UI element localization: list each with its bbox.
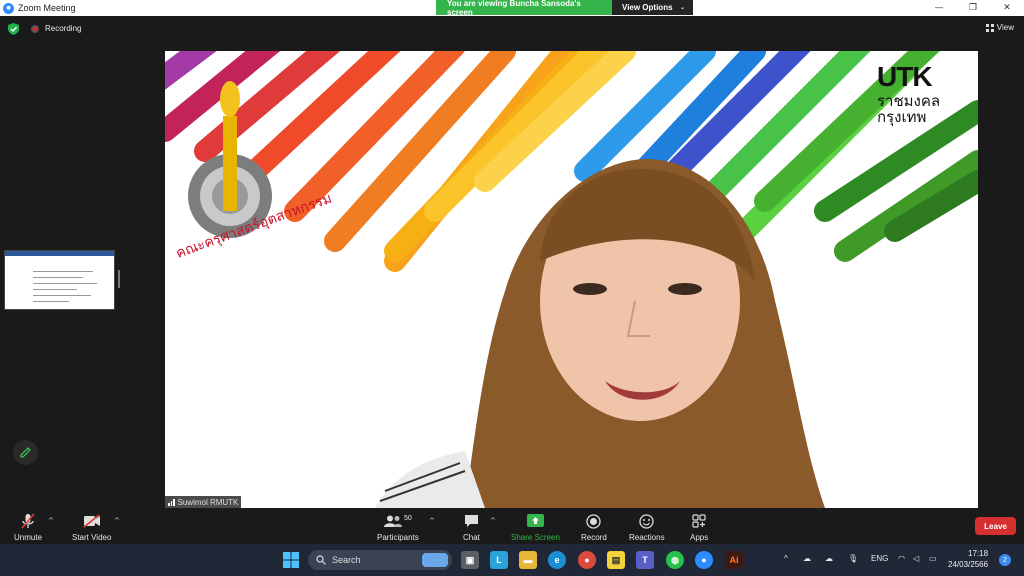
speaker-name: Suwimol RMUTK — [177, 497, 239, 507]
zoom-window: ● Zoom Meeting — ❐ ✕ You are viewing Bun… — [0, 0, 1024, 576]
thumbnail-line — [33, 301, 69, 302]
utk-brand: UTK — [877, 61, 933, 92]
windows-taskbar: Search ▣ L ▬ e ● ▤ T ◍ ● Ai ^ ☁ ☁ 🎙 ENG … — [0, 544, 1024, 576]
teams-icon[interactable]: T — [636, 551, 654, 569]
wifi-icon[interactable]: ◠ — [898, 554, 905, 563]
view-options-label: View Options — [622, 3, 673, 12]
unmute-label: Unmute — [14, 533, 43, 542]
cloud-icon[interactable]: ☁ — [825, 554, 833, 563]
microphone-tray-icon[interactable]: 🎙 — [848, 554, 858, 563]
system-clock[interactable]: 17:18 24/03/2566 — [948, 548, 988, 570]
taskbar-search[interactable]: Search — [308, 550, 452, 570]
video-off-icon — [83, 514, 100, 528]
apps-label: Apps — [690, 533, 709, 542]
unmute-button[interactable]: Unmute — [14, 512, 42, 542]
notification-badge[interactable]: 2 — [999, 554, 1011, 566]
security-shield-icon[interactable] — [8, 23, 19, 35]
zoom-app-icon: ● — [3, 2, 14, 14]
participants-icon — [384, 515, 402, 527]
thumbnail-header — [5, 251, 114, 256]
tray-chevron-icon[interactable]: ^ — [784, 554, 788, 563]
participants-button[interactable]: 50 Participants — [377, 512, 419, 543]
record-button[interactable]: Record — [581, 512, 607, 542]
chat-chevron-icon[interactable]: ^ — [490, 517, 496, 525]
search-icon — [316, 555, 326, 565]
windows-start-icon[interactable] — [283, 552, 299, 568]
apps-button[interactable]: Apps — [690, 512, 708, 542]
thumbnail-line — [33, 295, 91, 296]
share-screen-button[interactable]: Share Screen — [511, 512, 560, 542]
share-screen-label: Share Screen — [511, 533, 560, 542]
volume-icon[interactable]: ◁ — [913, 554, 919, 563]
window-controls: — ❐ ✕ — [922, 0, 1024, 16]
thumbnail-line — [33, 289, 77, 290]
audio-options-chevron-icon[interactable]: ^ — [48, 517, 54, 525]
clock-time: 17:18 — [968, 549, 989, 558]
shared-video: คณะครุศาสตร์อุตสาหกรรม UTK ราชมงคล กรุงเ… — [165, 51, 978, 508]
shared-screen-thumbnail[interactable] — [4, 250, 115, 310]
smiley-icon — [639, 513, 654, 529]
start-video-button[interactable]: Start Video — [72, 512, 111, 542]
chat-icon — [464, 515, 478, 527]
recording-indicator-icon — [31, 25, 39, 33]
signal-bars-icon — [168, 498, 175, 506]
share-screen-icon — [526, 514, 544, 527]
utk-line1: ราชมงคล — [877, 92, 941, 110]
illustrator-icon[interactable]: Ai — [725, 551, 743, 569]
minimize-button[interactable]: — — [922, 0, 956, 16]
language-indicator[interactable]: ENG — [871, 554, 888, 563]
file-explorer-icon[interactable]: ▬ — [519, 551, 537, 569]
maximize-button[interactable]: ❐ — [956, 0, 990, 16]
pencil-icon — [20, 447, 31, 458]
participants-chevron-icon[interactable]: ^ — [429, 517, 435, 525]
participants-count: 50 — [404, 514, 412, 522]
view-options-button[interactable]: View Options ⌄ — [612, 0, 693, 15]
chevron-down-icon: ⌄ — [679, 4, 685, 11]
onedrive-icon[interactable]: ☁ — [803, 554, 811, 563]
reactions-label: Reactions — [629, 533, 665, 542]
meeting-top-bar: Recording View — [0, 16, 1024, 42]
record-icon — [586, 513, 602, 529]
window-title: Zoom Meeting — [18, 3, 76, 13]
l-app-icon[interactable]: L — [490, 551, 508, 569]
meeting-toolbar: Unmute ^ Start Video ^ 50 Participants ^… — [0, 508, 1024, 544]
search-placeholder: Search — [332, 555, 361, 565]
sticky-notes-icon[interactable]: ▤ — [607, 551, 625, 569]
chat-label: Chat — [463, 533, 480, 542]
thumbnail-resize-handle[interactable] — [118, 270, 120, 288]
start-video-label: Start Video — [72, 533, 112, 542]
view-button[interactable]: View — [985, 23, 1014, 32]
participants-label: Participants — [377, 533, 419, 542]
annotate-button[interactable] — [13, 440, 38, 465]
leave-button[interactable]: Leave — [975, 517, 1016, 535]
battery-icon[interactable]: ▭ — [929, 554, 937, 563]
viewing-banner: You are viewing Buncha Sansoda's screen … — [436, 0, 693, 17]
view-label: View — [996, 23, 1014, 32]
task-view-icon[interactable]: ▣ — [461, 551, 479, 569]
recording-label: Recording — [45, 24, 82, 33]
viewing-message: You are viewing Buncha Sansoda's screen — [436, 0, 612, 17]
line-icon[interactable]: ◍ — [666, 551, 684, 569]
apps-icon — [692, 514, 706, 528]
zoom-taskbar-icon[interactable]: ● — [695, 551, 713, 569]
chat-button[interactable]: Chat — [463, 512, 480, 542]
edge-icon[interactable]: e — [548, 551, 566, 569]
utk-line2: กรุงเทพ — [877, 108, 927, 126]
grid-icon — [985, 23, 994, 32]
utk-logo: UTK ราชมงคล กรุงเทพ — [877, 61, 940, 125]
video-options-chevron-icon[interactable]: ^ — [114, 517, 120, 525]
microphone-muted-icon — [21, 513, 35, 529]
search-highlight-icon — [422, 553, 448, 567]
record-label: Record — [581, 533, 607, 542]
clock-date: 24/03/2566 — [948, 560, 989, 569]
video-background: คณะครุศาสตร์อุตสาหกรรม — [165, 51, 978, 508]
close-button[interactable]: ✕ — [990, 0, 1024, 16]
chrome-icon[interactable]: ● — [578, 551, 596, 569]
thumbnail-line — [33, 277, 83, 278]
thumbnail-line — [33, 271, 93, 272]
reactions-button[interactable]: Reactions — [629, 512, 665, 542]
speaker-name-tag: Suwimol RMUTK — [165, 496, 242, 508]
thumbnail-line — [33, 283, 97, 284]
